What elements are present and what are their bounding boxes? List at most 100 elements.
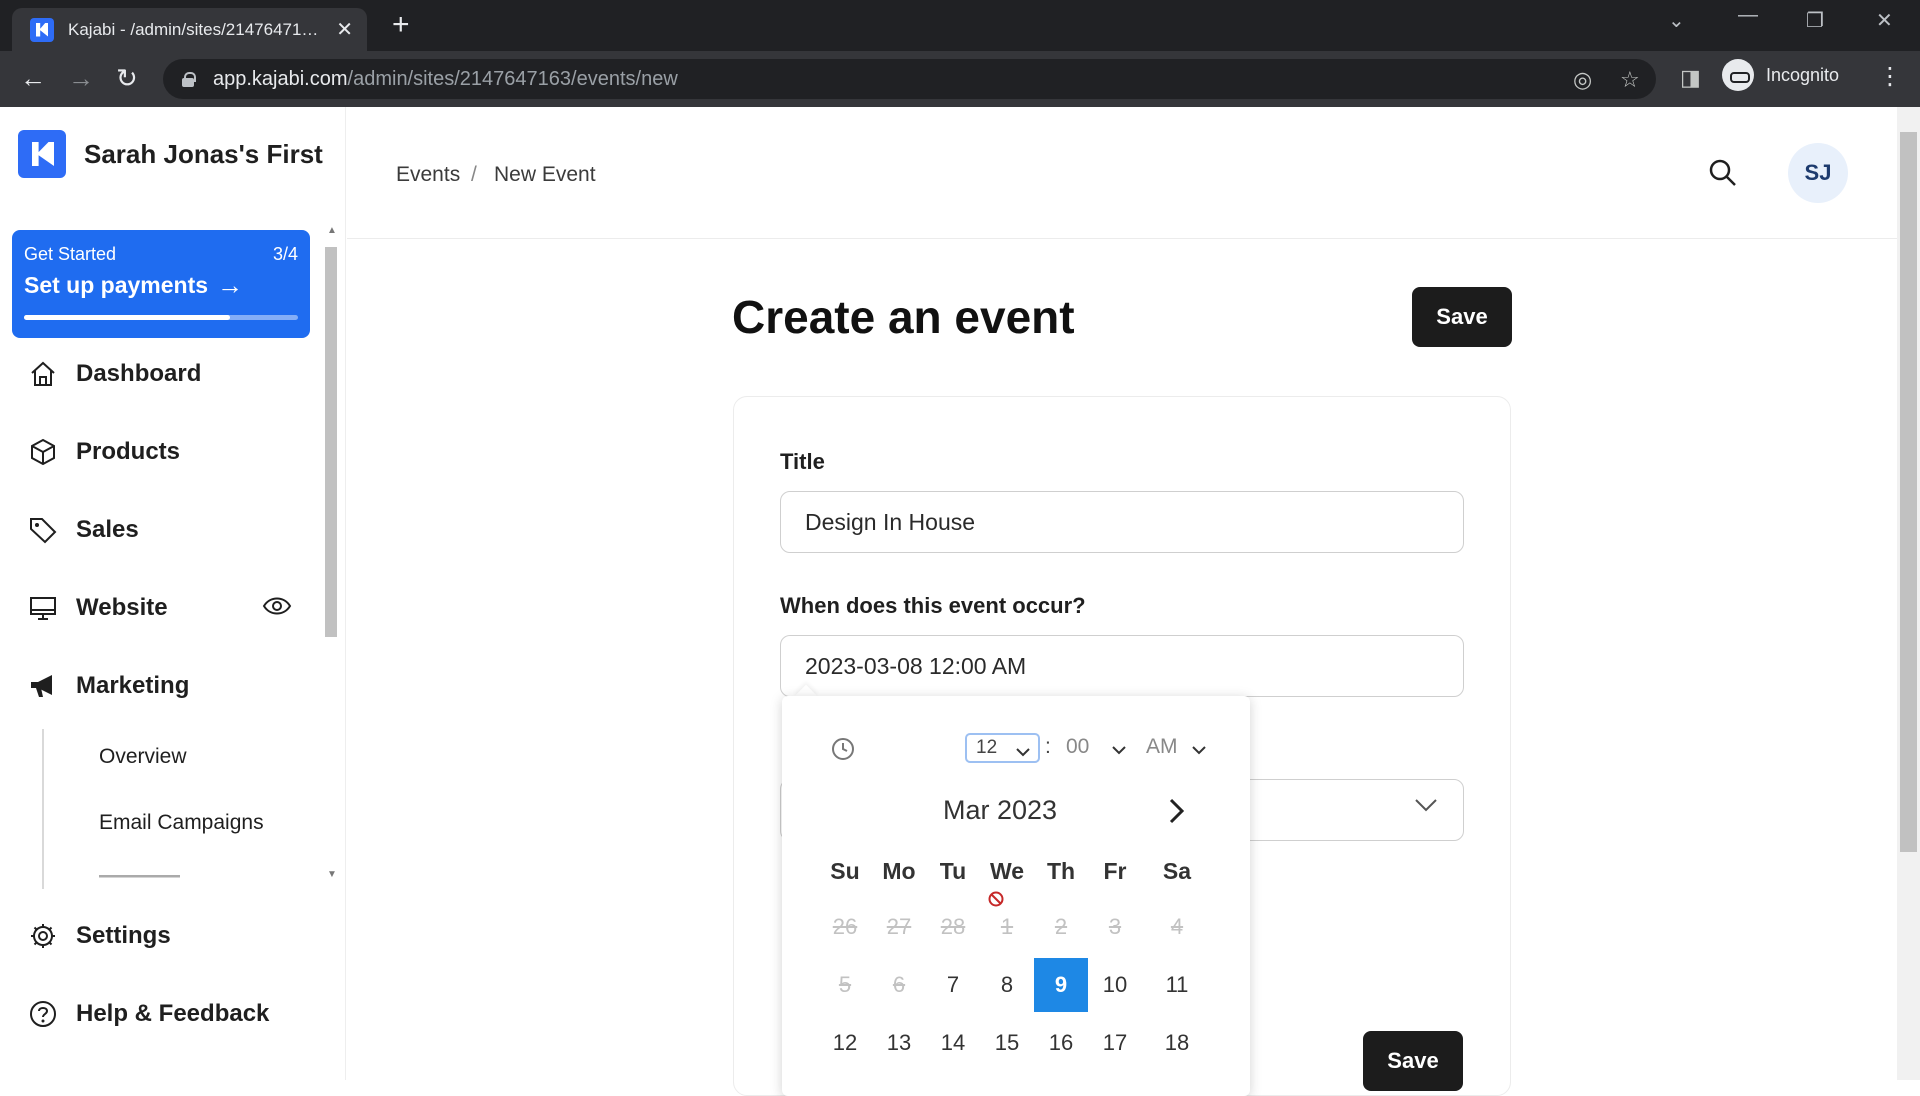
tab-close-icon[interactable]: ✕ — [336, 17, 353, 42]
title-input[interactable]: Design In House — [780, 491, 1464, 553]
calendar-day: 28 — [940, 914, 966, 939]
browser-tab[interactable]: Kajabi - /admin/sites/21476471… ✕ — [12, 8, 367, 51]
calendar-day[interactable]: 15 — [980, 1016, 1034, 1070]
get-started-label: Get Started — [24, 244, 117, 264]
title-label: Title — [780, 449, 825, 474]
incognito-profile[interactable]: Incognito — [1722, 57, 1839, 93]
sidebar-item-marketing[interactable]: Marketing — [28, 666, 189, 706]
breadcrumb-events[interactable]: Events — [396, 163, 460, 187]
get-started-count: 3/4 — [272, 244, 298, 264]
weekday-label: Su — [830, 858, 860, 884]
site-name[interactable]: Sarah Jonas's First — [84, 139, 323, 170]
get-started-card[interactable]: Get Started 3/4 Set up payments → — [12, 230, 310, 338]
forward-icon[interactable]: → — [68, 63, 94, 93]
weekday-label: Mo — [882, 858, 916, 884]
clock-icon — [831, 737, 855, 761]
tracking-eye-off-icon[interactable]: ◎ — [1573, 67, 1592, 93]
gear-icon — [28, 921, 58, 951]
calendar-day[interactable]: 13 — [872, 1016, 926, 1070]
sidebar-item-help[interactable]: Help & Feedback — [28, 994, 269, 1034]
scroll-up-icon[interactable]: ▲ — [327, 225, 337, 236]
calendar-day: 26 — [832, 914, 858, 939]
breadcrumb-new-event: New Event — [494, 163, 596, 186]
restore-icon[interactable]: ❐ — [1806, 8, 1824, 33]
ampm-chevron-icon[interactable] — [1192, 742, 1206, 760]
sidebar-item-products[interactable]: Products — [28, 432, 180, 472]
calendar-day[interactable]: 11 — [1150, 958, 1204, 1012]
monitor-icon — [28, 593, 58, 623]
sidebar-subitem-cut-off: ▔▔▔▔▔ — [99, 875, 180, 883]
weekday-label: Sa — [1162, 858, 1192, 884]
weekday-label: We — [989, 858, 1025, 884]
box-icon — [28, 437, 58, 467]
help-circle-icon — [28, 999, 58, 1029]
minimize-icon[interactable]: — — [1738, 4, 1758, 27]
time-colon: : — [1045, 735, 1051, 758]
side-panel-icon[interactable]: ◨ — [1680, 65, 1701, 91]
tab-search-chevron-icon[interactable]: ⌄ — [1668, 8, 1685, 33]
sidebar-item-sales[interactable]: Sales — [28, 510, 139, 550]
month-label: Mar 2023 — [943, 795, 1058, 825]
when-label: When does this event occur? — [780, 593, 1086, 618]
sidebar-item-dashboard[interactable]: Dashboard — [28, 354, 201, 394]
calendar-day: 2 — [1054, 914, 1068, 939]
next-month-chevron-icon[interactable] — [1166, 797, 1188, 830]
preview-eye-icon[interactable] — [262, 593, 292, 624]
url-text: app.kajabi.com/admin/sites/2147647163/ev… — [213, 67, 678, 90]
sidebar-subitem-overview[interactable]: Overview — [99, 745, 187, 769]
weekday-label: Fr — [1103, 858, 1127, 884]
ampm-select[interactable]: AM — [1146, 735, 1178, 759]
kajabi-logo-icon[interactable] — [18, 130, 66, 178]
hour-chevron-icon — [1016, 741, 1030, 763]
calendar-day: 27 — [886, 914, 912, 939]
browser-toolbar: ← → ↻ app.kajabi.com/admin/sites/2147647… — [0, 51, 1920, 107]
sidebar-item-website[interactable]: Website — [28, 588, 168, 628]
calendar-day: 3 — [1108, 914, 1122, 939]
minute-chevron-icon[interactable] — [1112, 742, 1126, 760]
bookmark-star-icon[interactable]: ☆ — [1620, 67, 1640, 93]
address-bar[interactable]: app.kajabi.com/admin/sites/2147647163/ev… — [163, 59, 1656, 99]
reload-icon[interactable]: ↻ — [116, 63, 138, 93]
hour-select[interactable]: 12 — [965, 733, 1040, 763]
incognito-icon — [1722, 59, 1754, 91]
weekday-label: Th — [1046, 858, 1076, 884]
tab-title: Kajabi - /admin/sites/21476471… — [68, 19, 319, 39]
calendar-day[interactable]: 8 — [980, 958, 1034, 1012]
browser-menu-icon[interactable]: ⋮ — [1878, 62, 1902, 91]
calendar-day[interactable]: 12 — [818, 1016, 872, 1070]
sidebar-scrollbar[interactable] — [325, 247, 337, 637]
calendar-day[interactable]: 14 — [926, 1016, 980, 1070]
page-scrollbar[interactable] — [1900, 132, 1917, 852]
calendar-day: 5 — [838, 972, 852, 997]
new-tab-icon[interactable]: + — [392, 10, 410, 40]
lock-icon — [182, 72, 196, 87]
sidebar: Sarah Jonas's First Get Started 3/4 Set … — [0, 107, 346, 1080]
kajabi-favicon-icon — [30, 17, 54, 42]
calendar-day-selected[interactable]: 9 — [1034, 958, 1088, 1012]
datetime-input[interactable]: 2023-03-08 12:00 AM — [780, 635, 1464, 697]
arrow-right-icon: → — [217, 270, 243, 300]
calendar-day: 4 — [1170, 914, 1184, 939]
calendar-day: 6 — [892, 972, 906, 997]
save-button[interactable]: Save — [1412, 287, 1512, 347]
avatar[interactable]: SJ — [1788, 143, 1848, 203]
back-icon[interactable]: ← — [20, 63, 46, 93]
calendar-day[interactable]: 16 — [1034, 1016, 1088, 1070]
browser-tab-strip: Kajabi - /admin/sites/21476471… ✕ + ⌄ — … — [0, 0, 1920, 51]
calendar-day[interactable]: 18 — [1150, 1016, 1204, 1070]
page-title: Create an event — [732, 291, 1075, 343]
weekday-label: Tu — [939, 858, 967, 884]
save-button-bottom[interactable]: Save — [1363, 1031, 1463, 1091]
calendar-day: 1 — [1000, 914, 1014, 939]
calendar-day[interactable]: 10 — [1088, 958, 1142, 1012]
chevron-down-icon[interactable] — [1414, 798, 1438, 817]
scroll-down-icon[interactable]: ▼ — [327, 869, 337, 880]
breadcrumb-separator: / — [471, 163, 477, 186]
calendar-day[interactable]: 17 — [1088, 1016, 1142, 1070]
calendar-day[interactable]: 7 — [926, 958, 980, 1012]
window-close-icon[interactable]: ✕ — [1876, 8, 1893, 33]
minute-select[interactable]: 00 — [1066, 735, 1089, 759]
search-icon[interactable] — [1708, 158, 1738, 193]
sidebar-item-settings[interactable]: Settings — [28, 916, 171, 956]
sidebar-subitem-email-campaigns[interactable]: Email Campaigns — [99, 811, 264, 835]
